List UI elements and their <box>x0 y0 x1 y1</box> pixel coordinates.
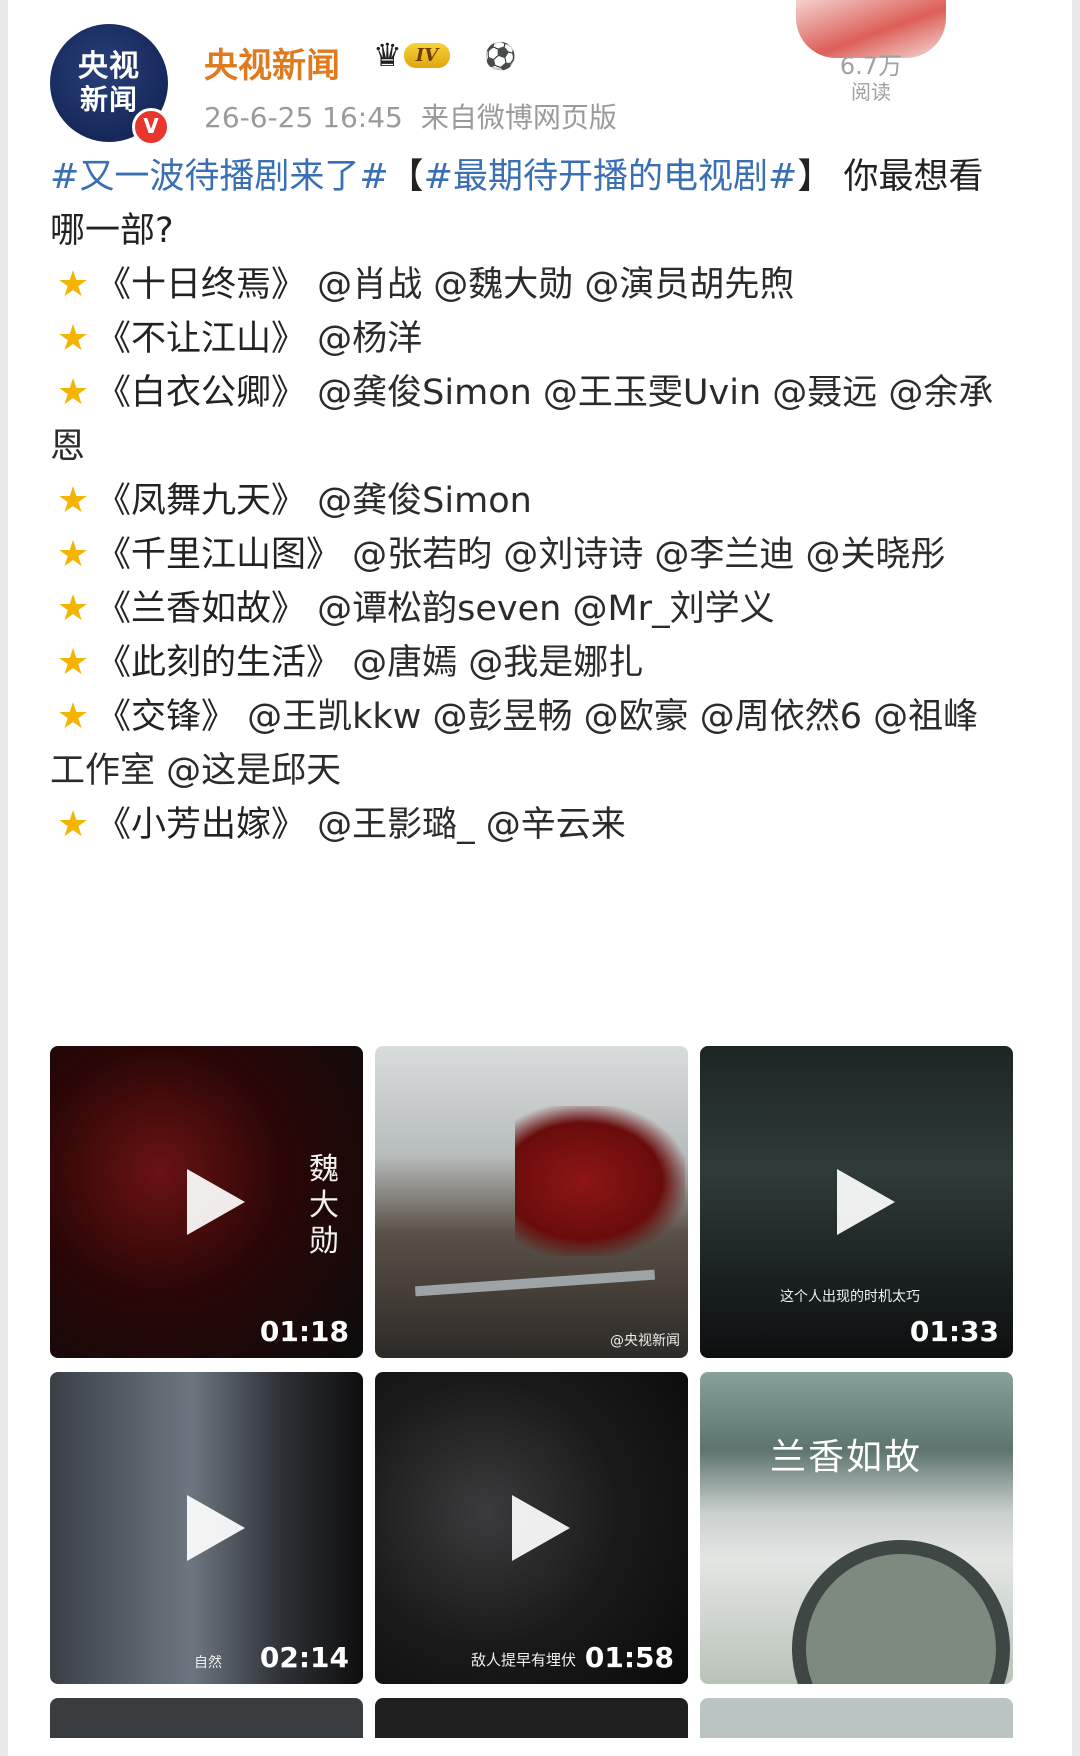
play-icon[interactable] <box>511 1495 570 1561</box>
drama-title: 《此刻的生活》 <box>96 643 342 683</box>
video-thumbnail[interactable]: 这个人出现的时机太巧 01:33 <box>700 1046 1013 1358</box>
account-name[interactable]: 央视新闻 <box>204 38 340 87</box>
image-thumbnail[interactable]: 兰香如故 <box>700 1372 1013 1684</box>
weibo-post-card: 央视 新闻 V 央视新闻 ♛ IV ⚽ 26-6-25 16:45 来自微博网页版… <box>8 0 1072 1756</box>
video-duration: 01:33 <box>909 1315 999 1348</box>
play-icon[interactable] <box>836 1169 895 1235</box>
mention-links[interactable]: @张若昀 @刘诗诗 @李兰迪 @关晓彤 <box>352 535 945 575</box>
drama-list-item: ★ 《交锋》 @王凯kkw @彭昱畅 @欧豪 @周依然6 @祖峰工作室 @这是邱天 <box>50 690 1010 798</box>
drama-list-item: ★ 《凤舞九天》 @龚俊Simon <box>50 474 1010 528</box>
star-icon: ★ <box>56 642 90 683</box>
video-thumbnail[interactable]: 自然 02:14 <box>50 1372 363 1684</box>
star-icon: ★ <box>56 372 90 413</box>
moon-gate-shape <box>792 1540 1010 1684</box>
star-icon: ★ <box>56 534 90 575</box>
drama-list-item: ★ 《千里江山图》 @张若昀 @刘诗诗 @李兰迪 @关晓彤 <box>50 528 1010 582</box>
drama-title: 《交锋》 <box>96 697 237 737</box>
subtitle-caption: 这个人出现的时机太巧 <box>780 1289 920 1305</box>
football-icon: ⚽ <box>484 42 517 72</box>
drama-list-item: ★ 《此刻的生活》 @唐嫣 @我是娜扎 <box>50 636 1010 690</box>
media-thumbnail-partial[interactable] <box>375 1698 688 1738</box>
image-thumbnail[interactable]: @央视新闻 <box>375 1046 688 1358</box>
read-stats: 6.7万 阅读 <box>796 0 946 104</box>
post-source: 来自微博网页版 <box>420 101 617 134</box>
video-thumbnail[interactable]: 魏大勋 01:18 <box>50 1046 363 1358</box>
star-icon: ★ <box>56 318 90 359</box>
read-label: 阅读 <box>851 80 891 104</box>
thumbnail-overlay-text: 魏大勋 <box>309 1152 339 1259</box>
subtitle-caption: 敌人提早有埋伏 <box>471 1651 577 1669</box>
mention-links[interactable]: @谭松韵seven @Mr_刘学义 <box>317 589 774 629</box>
mention-links[interactable]: @杨洋 <box>317 319 422 359</box>
thumbnail-overlay-text: 兰香如故 <box>770 1437 923 1478</box>
play-icon[interactable] <box>186 1169 245 1235</box>
drama-title: 《兰香如故》 <box>96 589 307 629</box>
video-thumbnail[interactable]: 敌人提早有埋伏 01:58 <box>375 1372 688 1684</box>
star-icon: ★ <box>56 480 90 521</box>
avatar-text-line2: 新闻 <box>79 83 138 116</box>
topic-tag-link[interactable]: #又一波待播剧来了# <box>50 157 389 197</box>
video-duration: 01:58 <box>584 1641 674 1674</box>
media-thumbnail-partial[interactable] <box>50 1698 363 1738</box>
verified-icon: V <box>132 108 170 146</box>
post-intro: #又一波待播剧来了#【#最期待开播的电视剧#】 你最想看哪一部? <box>50 150 1010 258</box>
video-duration: 01:18 <box>259 1315 349 1348</box>
drama-list-item: ★ 《不让江山》 @杨洋 <box>50 312 1010 366</box>
avatar-text-line1: 央视 <box>78 49 140 84</box>
level-label: IV <box>403 42 451 68</box>
topic-tag-link[interactable]: #最期待开播的电视剧# <box>424 157 798 197</box>
bracket-open: 【 <box>388 157 424 197</box>
drama-list-item: ★ 《十日终焉》 @肖战 @魏大勋 @演员胡先煦 <box>50 258 1010 312</box>
sword-shape <box>414 1269 656 1297</box>
mention-links[interactable]: @王影璐_ @辛云来 <box>317 805 626 845</box>
star-icon: ★ <box>56 588 90 629</box>
subtitle-caption: 自然 <box>194 1655 222 1671</box>
mention-links[interactable]: @龚俊Simon <box>317 481 532 521</box>
play-icon[interactable] <box>186 1495 245 1561</box>
bracket-close: 】 <box>797 157 833 197</box>
star-icon: ★ <box>56 696 90 737</box>
red-cape-shape <box>515 1106 685 1256</box>
mention-links[interactable]: @唐嫣 @我是娜扎 <box>352 643 643 683</box>
image-watermark: @央视新闻 <box>610 1333 680 1349</box>
post-body: #又一波待播剧来了#【#最期待开播的电视剧#】 你最想看哪一部? ★ 《十日终焉》… <box>50 150 1010 852</box>
drama-title: 《千里江山图》 <box>96 535 342 575</box>
drama-title: 《凤舞九天》 <box>96 481 307 521</box>
drama-title: 《白衣公卿》 <box>96 373 307 413</box>
post-date[interactable]: 26-6-25 16:45 <box>204 101 403 134</box>
crown-icon: ♛ <box>373 36 402 74</box>
drama-list-item: ★ 《小芳出嫁》 @王影璐_ @辛云来 <box>50 798 1010 852</box>
video-duration: 02:14 <box>259 1641 349 1674</box>
drama-title: 《小芳出嫁》 <box>96 805 307 845</box>
post-meta: 26-6-25 16:45 来自微博网页版 <box>204 96 635 136</box>
star-icon: ★ <box>56 264 90 305</box>
drama-title: 《不让江山》 <box>96 319 307 359</box>
drama-list-item: ★ 《白衣公卿》 @龚俊Simon @王玉雯Uvin @聂远 @余承恩 <box>50 366 1010 474</box>
member-level-badge[interactable]: ♛ IV <box>373 36 451 74</box>
mention-links[interactable]: @肖战 @魏大勋 @演员胡先煦 <box>317 265 794 305</box>
drama-list-item: ★ 《兰香如故》 @谭松韵seven @Mr_刘学义 <box>50 582 1010 636</box>
drama-title: 《十日终焉》 <box>96 265 307 305</box>
media-thumbnail-partial[interactable] <box>700 1698 1013 1738</box>
star-icon: ★ <box>56 804 90 845</box>
